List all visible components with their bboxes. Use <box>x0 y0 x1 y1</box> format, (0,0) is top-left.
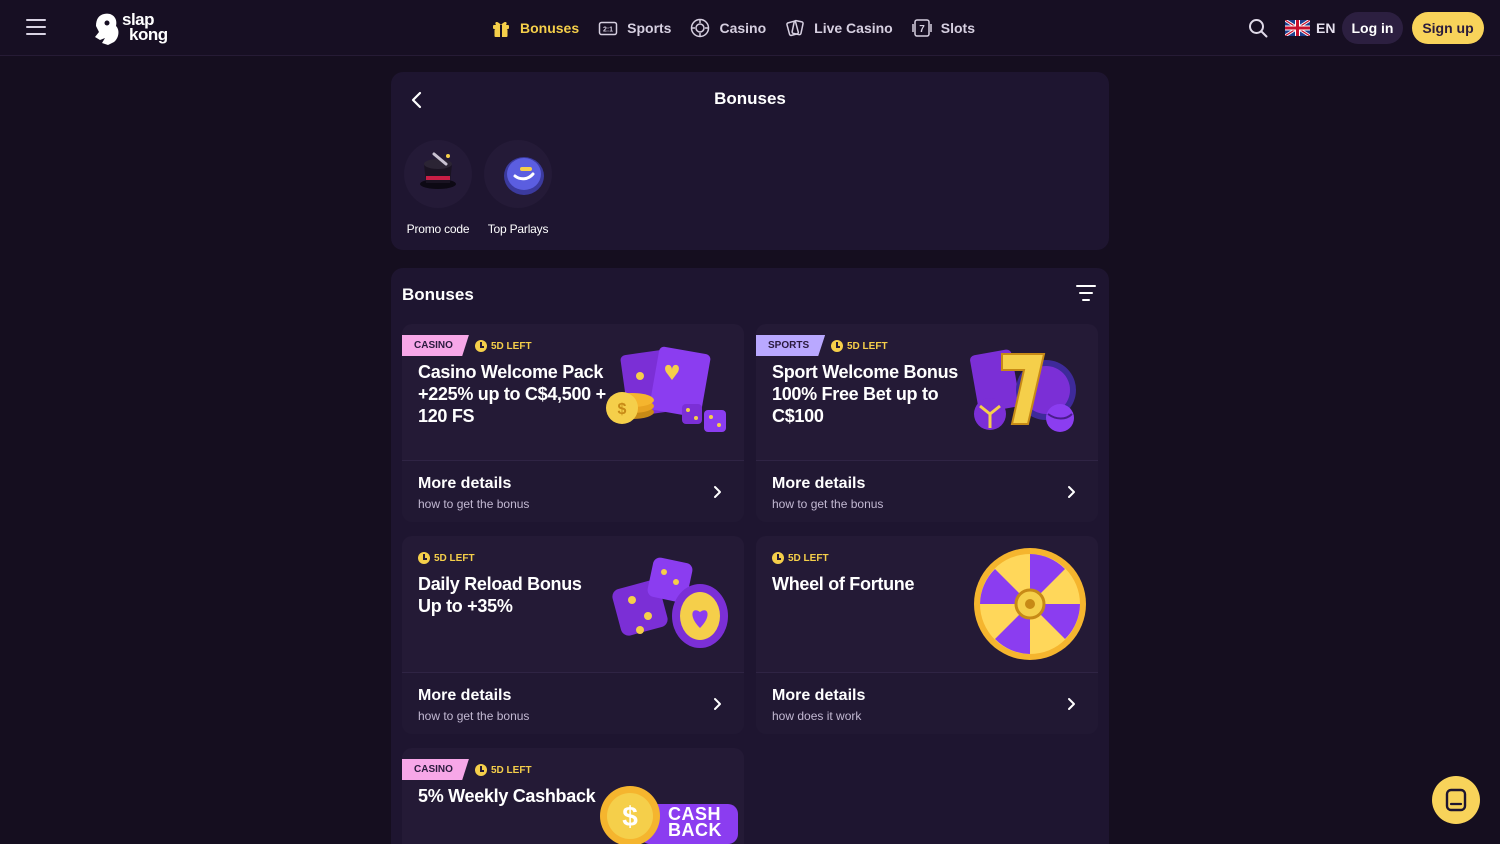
svg-text:7: 7 <box>919 24 925 35</box>
parlay-coin-icon <box>484 140 552 208</box>
bonus-title: Wheel of Fortune <box>772 574 915 594</box>
bonus-title: Daily Reload Bonus Up to +35% <box>418 574 582 616</box>
more-details-subtitle: how to get the bonus <box>772 497 884 511</box>
cashback-coin-illustration: $ CASH BACK <box>600 784 740 844</box>
clock-icon <box>772 552 784 564</box>
clock-icon <box>475 764 487 776</box>
bonus-title: Casino Welcome Pack +225% up to C$4,500 … <box>418 362 606 426</box>
nav-live-casino-label: Live Casino <box>814 20 893 36</box>
bonus-card-wheel-of-fortune[interactable]: 5D LEFT Wheel of Fortune More details ho… <box>756 536 1098 734</box>
bonus-card-casino-welcome[interactable]: CASINO 5D LEFT Casino Welcome Pack +225%… <box>402 324 744 522</box>
svg-text:2:1: 2:1 <box>603 27 613 34</box>
days-left-badge: 5D LEFT <box>418 551 475 565</box>
more-details-title: More details <box>418 687 512 704</box>
casino-tag: CASINO <box>402 335 469 356</box>
signup-button[interactable]: Sign up <box>1412 12 1484 44</box>
nav-live-casino[interactable]: Live Casino <box>784 17 893 39</box>
bonuses-section-title: Bonuses <box>402 285 474 304</box>
uk-flag-icon <box>1285 20 1310 36</box>
bonus-card-sport-welcome[interactable]: SPORTS 5D LEFT Sport Welcome Bonus 100% … <box>756 324 1098 522</box>
bonus-title: 5% Weekly Cashback <box>418 786 596 806</box>
chat-icon <box>1445 788 1467 812</box>
nav-casino[interactable]: Casino <box>689 17 766 39</box>
chevron-right-icon <box>714 698 721 710</box>
casino-chips-cards-illustration: $ <box>606 346 732 441</box>
sports-seven-illustration <box>966 344 1082 441</box>
magic-hat-icon <box>404 140 472 208</box>
bonus-card-daily-reload[interactable]: 5D LEFT Daily Reload Bonus Up to +35% Mo… <box>402 536 744 734</box>
search-icon[interactable] <box>1247 17 1269 39</box>
chevron-right-icon <box>1068 698 1075 710</box>
more-details-row[interactable]: More details how does it work <box>756 672 1098 734</box>
nav-sports[interactable]: 2:1 Sports <box>597 17 671 39</box>
casino-tag: CASINO <box>402 759 469 780</box>
more-details-subtitle: how does it work <box>772 709 862 723</box>
days-left-badge: 5D LEFT <box>475 339 532 353</box>
menu-icon[interactable] <box>26 19 46 35</box>
logo[interactable]: slap kong <box>92 10 172 46</box>
logo-text-bottom: kong <box>129 25 168 44</box>
back-arrow-icon[interactable] <box>405 88 429 112</box>
filter-icon[interactable] <box>1075 285 1097 305</box>
clock-icon <box>831 340 843 352</box>
svg-text:$: $ <box>618 401 627 418</box>
nav-sports-label: Sports <box>627 20 672 36</box>
clock-icon <box>475 340 487 352</box>
chat-support-button[interactable] <box>1432 776 1480 824</box>
more-details-row[interactable]: More details how to get the bonus <box>402 460 744 522</box>
more-details-subtitle: how to get the bonus <box>418 497 530 511</box>
chevron-right-icon <box>714 486 721 498</box>
top-bar: slap kong Bonuses 2:1 Sports Casino Live… <box>0 0 1500 56</box>
top-parlays-link[interactable]: Top Parlays <box>478 140 558 236</box>
svg-text:$: $ <box>622 801 638 832</box>
gift-icon <box>490 17 512 39</box>
sports-tag: SPORTS <box>756 335 826 356</box>
bonus-card-weekly-cashback[interactable]: CASINO 5D LEFT 5% Weekly Cashback $ CASH… <box>402 748 744 844</box>
login-button[interactable]: Log in <box>1342 12 1403 44</box>
page-title: Bonuses <box>714 89 786 108</box>
nav-slots[interactable]: 7 Slots <box>911 17 975 39</box>
days-left-badge: 5D LEFT <box>475 763 532 777</box>
chevron-right-icon <box>1068 486 1075 498</box>
more-details-subtitle: how to get the bonus <box>418 709 530 723</box>
promo-code-label: Promo code <box>406 222 470 236</box>
bonus-title: Sport Welcome Bonus 100% Free Bet up to … <box>772 362 958 426</box>
language-selector[interactable]: EN <box>1285 17 1335 39</box>
casino-chip-icon <box>689 17 711 39</box>
odds-ticket-icon: 2:1 <box>597 17 619 39</box>
fortune-wheel-illustration <box>972 544 1088 667</box>
language-code: EN <box>1316 20 1336 36</box>
nav-bonuses[interactable]: Bonuses <box>490 17 579 39</box>
nav-casino-label: Casino <box>719 20 767 36</box>
days-left-badge: 5D LEFT <box>831 339 888 353</box>
slot-seven-icon: 7 <box>911 17 933 39</box>
nav-slots-label: Slots <box>940 20 975 36</box>
more-details-title: More details <box>418 475 512 492</box>
dice-chips-illustration <box>610 554 732 657</box>
cards-icon <box>784 17 806 39</box>
top-parlays-label: Top Parlays <box>487 222 549 236</box>
clock-icon <box>418 552 430 564</box>
cashback-art-text-2: BACK <box>668 820 722 840</box>
promo-code-link[interactable]: Promo code <box>398 140 478 236</box>
more-details-row[interactable]: More details how to get the bonus <box>756 460 1098 522</box>
more-details-row[interactable]: More details how to get the bonus <box>402 672 744 734</box>
nav-bonuses-label: Bonuses <box>520 20 580 36</box>
main-nav: Bonuses 2:1 Sports Casino Live Casino 7 … <box>490 15 993 41</box>
days-left-badge: 5D LEFT <box>772 551 829 565</box>
more-details-title: More details <box>772 475 866 492</box>
more-details-title: More details <box>772 687 866 704</box>
